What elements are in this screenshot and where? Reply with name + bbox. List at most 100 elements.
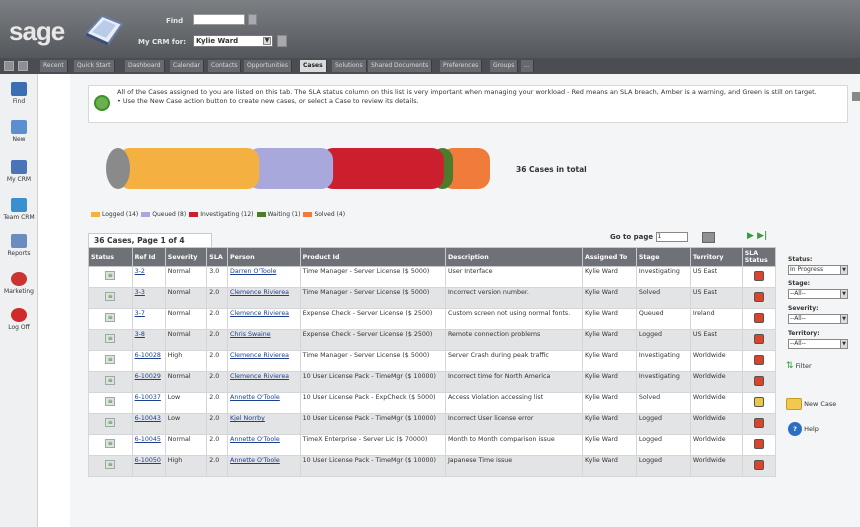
sidebar-item-my-crm[interactable]: My CRM: [0, 160, 38, 183]
table-row[interactable]: ≡ 6-10028 High 2.0 Clemence Rivierea Time Man…: [88, 350, 777, 372]
ref-cell: 6-10029: [131, 371, 166, 393]
sidebar-item-new[interactable]: New: [0, 120, 38, 143]
case-status-icon[interactable]: ≡: [105, 460, 116, 469]
forward-nav-button[interactable]: [18, 61, 28, 71]
person-value[interactable]: Clemence Rivierea: [230, 310, 289, 317]
table-row[interactable]: ≡ 3-2 Normal 3.0 Darren O'Toole Time Manager …: [88, 266, 777, 288]
territory-filter-select[interactable]: --All-- ▼: [788, 339, 848, 349]
column-header-stage[interactable]: Stage: [635, 247, 691, 267]
person-value[interactable]: Annette O'Toole: [230, 436, 280, 443]
table-row[interactable]: ≡ 6-10050 High 2.0 Annette O'Toole 10 User Li…: [88, 455, 777, 477]
new-document-icon: [11, 120, 27, 134]
ref-cell: 3-7: [131, 308, 166, 330]
goto-page-button[interactable]: [702, 232, 715, 243]
stage-filter-select[interactable]: --All-- ▼: [788, 289, 848, 299]
column-header-sla[interactable]: SLA: [206, 247, 229, 267]
tab-recent[interactable]: Recent: [40, 60, 68, 72]
person-value[interactable]: Annette O'Toole: [230, 394, 280, 401]
sidebar-item-team-crm[interactable]: Team CRM: [0, 198, 38, 221]
case-status-icon[interactable]: ≡: [105, 313, 116, 322]
new-case-button[interactable]: New Case: [786, 398, 836, 410]
ref-value[interactable]: 3-7: [135, 310, 145, 317]
case-status-icon[interactable]: ≡: [105, 439, 116, 448]
tab-cases[interactable]: Cases: [300, 60, 327, 72]
person-value[interactable]: Clemence Rivierea: [230, 373, 289, 380]
status-filter-select[interactable]: In Progress ▼: [788, 265, 848, 275]
ref-value[interactable]: 6-10050: [135, 457, 161, 464]
tab-opportunities[interactable]: Opportunities: [244, 60, 292, 72]
my-crm-go-button[interactable]: [277, 35, 287, 47]
severity-value: Low: [167, 394, 181, 401]
ref-value[interactable]: 3-2: [135, 268, 145, 275]
goto-page-input[interactable]: 1: [655, 232, 688, 242]
tab-preferences[interactable]: Preferences: [440, 60, 483, 72]
column-header-ref-id[interactable]: Ref Id: [131, 247, 166, 267]
ref-value[interactable]: 3-3: [135, 289, 145, 296]
tab-dashboard[interactable]: Dashboard: [125, 60, 165, 72]
tab-shared-documents[interactable]: Shared Documents: [368, 60, 433, 72]
tab-[interactable]: ...: [521, 60, 534, 72]
find-go-button[interactable]: [248, 14, 257, 25]
ref-value[interactable]: 6-10043: [135, 415, 161, 422]
severity-filter-select[interactable]: --All-- ▼: [788, 314, 848, 324]
sidebar-item-label: Find: [12, 98, 26, 105]
column-header-product-id[interactable]: Product Id: [299, 247, 446, 267]
sidebar-item-marketing[interactable]: Marketing: [0, 272, 38, 295]
person-value[interactable]: Kjel Norrby: [230, 415, 265, 422]
column-header-sla-status[interactable]: SLA Status: [741, 247, 777, 267]
my-crm-user-select[interactable]: Kylie Ward ▼: [193, 35, 273, 47]
table-row[interactable]: ≡ 3-7 Normal 2.0 Clemence Rivierea Expense Ch…: [88, 308, 777, 330]
table-row[interactable]: ≡ 6-10045 Normal 2.0 Annette O'Toole TimeX En…: [88, 434, 777, 456]
case-status-icon[interactable]: ≡: [105, 292, 116, 301]
legend-swatch: [303, 212, 313, 217]
tab-solutions[interactable]: Solutions: [332, 60, 367, 72]
case-status-icon[interactable]: ≡: [105, 355, 116, 364]
stage-cell: Logged: [635, 413, 691, 435]
territory-value: Worldwide: [692, 352, 726, 359]
case-status-icon[interactable]: ≡: [105, 397, 116, 406]
sidebar-item-find[interactable]: Find: [0, 82, 38, 105]
sidebar-item-log-off[interactable]: Log Off: [0, 308, 38, 331]
person-value[interactable]: Clemence Rivierea: [230, 352, 289, 359]
case-status-icon[interactable]: ≡: [105, 376, 116, 385]
tab-groups[interactable]: Groups: [490, 60, 519, 72]
tab-quick-start[interactable]: Quick Start: [74, 60, 115, 72]
assigned-value: Kylie Ward: [584, 331, 618, 338]
column-header-territory[interactable]: Territory: [689, 247, 743, 267]
case-status-icon[interactable]: ≡: [105, 334, 116, 343]
close-icon[interactable]: [852, 92, 860, 101]
next-page-icon[interactable]: ▶: [747, 231, 754, 241]
ref-value[interactable]: 6-10037: [135, 394, 161, 401]
tab-calendar[interactable]: Calendar: [170, 60, 204, 72]
help-button[interactable]: ? Help: [788, 422, 819, 436]
ref-value[interactable]: 6-10028: [135, 352, 161, 359]
sidebar-item-reports[interactable]: Reports: [0, 234, 38, 257]
column-header-description[interactable]: Description: [444, 247, 583, 267]
person-value[interactable]: Annette O'Toole: [230, 457, 280, 464]
back-nav-button[interactable]: [4, 61, 14, 71]
table-row[interactable]: ≡ 6-10029 Normal 2.0 Clemence Rivierea 10 Use…: [88, 371, 777, 393]
table-row[interactable]: ≡ 3-8 Normal 2.0 Chris Swaine Expense Check -…: [88, 329, 777, 351]
filter-button[interactable]: ⇅ Filter: [786, 361, 812, 371]
last-page-icon[interactable]: ▶|: [757, 231, 767, 241]
ref-value[interactable]: 6-10045: [135, 436, 161, 443]
column-header-person[interactable]: Person: [227, 247, 301, 267]
table-row[interactable]: ≡ 3-3 Normal 2.0 Clemence Rivierea Time Manag…: [88, 287, 777, 309]
column-header-status[interactable]: Status: [88, 247, 133, 267]
column-header-severity[interactable]: Severity: [164, 247, 208, 267]
person-value[interactable]: Darren O'Toole: [230, 268, 276, 275]
person-value[interactable]: Chris Swaine: [230, 331, 271, 338]
case-status-icon[interactable]: ≡: [105, 418, 116, 427]
status-cell: ≡: [88, 371, 133, 393]
table-row[interactable]: ≡ 6-10037 Low 2.0 Annette O'Toole 10 User Lic…: [88, 392, 777, 414]
sla-status-cell: [741, 308, 777, 330]
find-input[interactable]: [193, 14, 245, 25]
stage-cell: Logged: [635, 455, 691, 477]
table-row[interactable]: ≡ 6-10043 Low 2.0 Kjel Norrby 10 User License…: [88, 413, 777, 435]
ref-value[interactable]: 6-10029: [135, 373, 161, 380]
column-header-assigned-to[interactable]: Assigned To: [581, 247, 637, 267]
ref-value[interactable]: 3-8: [135, 331, 145, 338]
person-value[interactable]: Clemence Rivierea: [230, 289, 289, 296]
tab-contacts[interactable]: Contacts: [208, 60, 242, 72]
case-status-icon[interactable]: ≡: [105, 271, 116, 280]
